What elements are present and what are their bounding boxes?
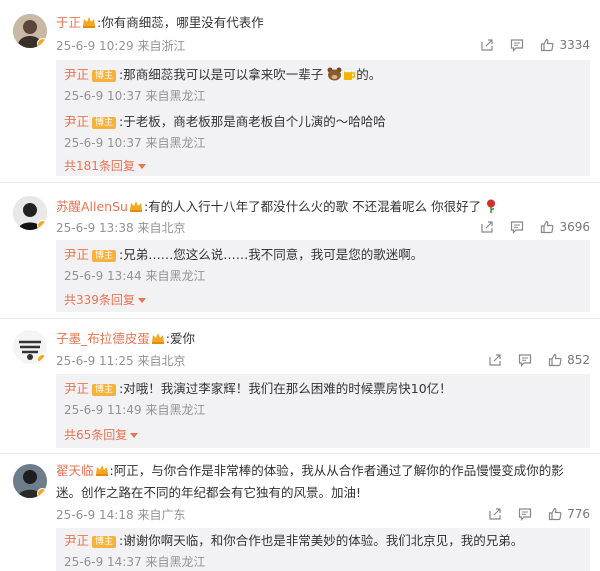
reply-box: 尹正 博主:那商细蕊我可以是可以拿来吹一辈子 的。 25-6-9 10:37 来自…	[56, 60, 590, 176]
avatar[interactable]	[13, 14, 47, 48]
username[interactable]: 子墨_布拉德皮蛋	[56, 331, 150, 346]
share-icon[interactable]	[488, 507, 502, 521]
chevron-down-icon	[137, 164, 146, 169]
chevron-down-icon	[130, 433, 139, 438]
reply-text: 尹正 博主:那商细蕊我可以是可以拿来吹一辈子 的。	[64, 67, 382, 82]
reply-meta: 25-6-9 11:49 来自黑龙江	[64, 403, 206, 417]
beer-emoji-icon	[343, 68, 356, 80]
comment-actions: 852	[488, 353, 590, 367]
share-icon[interactable]	[480, 220, 494, 234]
reply-username[interactable]: 尹正	[64, 381, 89, 396]
reply-text: 尹正 博主:谢谢你啊天临，和你合作也是非常美妙的体验。我们北京见，我的兄弟。	[64, 533, 524, 548]
reply-username[interactable]: 尹正	[64, 247, 89, 262]
reply-username[interactable]: 尹正	[64, 533, 89, 548]
avatar[interactable]	[13, 464, 47, 498]
comment-icon[interactable]	[518, 507, 532, 521]
comment-icon[interactable]	[510, 38, 524, 52]
comment-text: 于正:你有商细蕊，哪里没有代表作	[56, 15, 264, 30]
like-button[interactable]: 3334	[540, 38, 590, 52]
author-badge: 博主	[92, 117, 117, 129]
divider	[0, 453, 600, 454]
bear-emoji-icon	[327, 67, 342, 81]
reply-meta: 25-6-9 10:37 来自黑龙江	[64, 89, 206, 103]
comment-icon[interactable]	[510, 220, 524, 234]
like-icon	[548, 507, 562, 521]
reply-text: 尹正 博主:兄弟……您这么说……我不同意，我可是您的歌迷啊。	[64, 247, 424, 262]
reply-text: 尹正 博主:对哦！我演过李家辉！我们在那么困难的时候票房快10亿！	[64, 381, 452, 396]
like-button[interactable]: 852	[548, 353, 590, 367]
author-badge: 博主	[92, 70, 117, 82]
share-icon[interactable]	[488, 353, 502, 367]
comment-meta: 25-6-9 11:25 来自北京	[56, 354, 186, 368]
divider	[0, 182, 600, 183]
comment-text-cont: 迷。创作之路在不同的年纪都会有它独有的风景。加油!	[56, 485, 362, 500]
reply-box: 尹正 博主:对哦！我演过李家辉！我们在那么困难的时候票房快10亿！ 25-6-9 …	[56, 374, 590, 448]
like-icon	[540, 38, 554, 52]
comment-actions: 3696	[480, 220, 590, 234]
like-icon	[548, 353, 562, 367]
rose-emoji-icon	[487, 199, 496, 213]
comment-thread: 苏醒AllenSu:有的人入行十八年了都没什么火的歌 不还混着呢么 你很好了 2…	[0, 188, 600, 313]
more-replies-link[interactable]: 共65条回复	[64, 427, 139, 443]
comment-thread: 于正:你有商细蕊，哪里没有代表作 25-6-9 10:29 来自浙江 3334 …	[0, 0, 600, 178]
comment-actions: 776	[488, 507, 590, 521]
author-badge: 博主	[92, 536, 117, 548]
avatar[interactable]	[13, 330, 47, 364]
comment-thread: 翟天临:阿正，与你合作是非常棒的体验，我从从合作者通过了解你的作品慢慢变成你的影…	[0, 456, 600, 571]
like-button[interactable]: 776	[548, 507, 590, 521]
username[interactable]: 于正	[56, 15, 81, 30]
author-badge: 博主	[92, 384, 117, 396]
avatar[interactable]	[13, 196, 47, 230]
more-replies-link[interactable]: 共181条回复	[64, 158, 146, 174]
comment-meta: 25-6-9 13:38 来自北京	[56, 221, 186, 235]
share-icon[interactable]	[480, 38, 494, 52]
reply-box: 尹正 博主:兄弟……您这么说……我不同意，我可是您的歌迷啊。 25-6-9 13:…	[56, 240, 590, 312]
reply-box: 尹正 博主:谢谢你啊天临，和你合作也是非常美妙的体验。我们北京见，我的兄弟。 25…	[56, 528, 590, 571]
comment-icon[interactable]	[518, 353, 532, 367]
reply-meta: 25-6-9 13:44 来自黑龙江	[64, 269, 206, 283]
like-button[interactable]: 3696	[540, 220, 590, 234]
more-replies-link[interactable]: 共339条回复	[64, 292, 146, 308]
comment-thread: 子墨_布拉德皮蛋:爱你 25-6-9 11:25 来自北京 852 尹正 博主:对…	[0, 322, 600, 450]
crown-icon	[82, 16, 96, 28]
reply-meta: 25-6-9 14:37 来自黑龙江	[64, 555, 206, 569]
comment-text: 苏醒AllenSu:有的人入行十八年了都没什么火的歌 不还混着呢么 你很好了	[56, 198, 590, 216]
like-icon	[540, 220, 554, 234]
crown-icon	[95, 464, 109, 476]
comment-meta: 25-6-9 14:18 来自广东	[56, 508, 186, 522]
crown-icon	[151, 332, 165, 344]
divider	[0, 318, 600, 319]
username[interactable]: 苏醒AllenSu	[56, 199, 128, 214]
reply-meta: 25-6-9 10:37 来自黑龙江	[64, 136, 206, 150]
reply-text: 尹正 博主:于老板，商老板那是商老板自个儿演的～哈哈哈	[64, 114, 386, 129]
reply-username[interactable]: 尹正	[64, 114, 89, 129]
comment-actions: 3334	[480, 38, 590, 52]
comment-text: 子墨_布拉德皮蛋:爱你	[56, 331, 195, 346]
chevron-down-icon	[137, 298, 146, 303]
comment-meta: 25-6-9 10:29 来自浙江	[56, 39, 186, 53]
author-badge: 博主	[92, 250, 117, 262]
crown-icon	[129, 200, 143, 212]
reply-username[interactable]: 尹正	[64, 67, 89, 82]
comment-text: 翟天临:阿正，与你合作是非常棒的体验，我从从合作者通过了解你的作品慢慢变成你的影	[56, 463, 564, 478]
username[interactable]: 翟天临	[56, 463, 94, 478]
